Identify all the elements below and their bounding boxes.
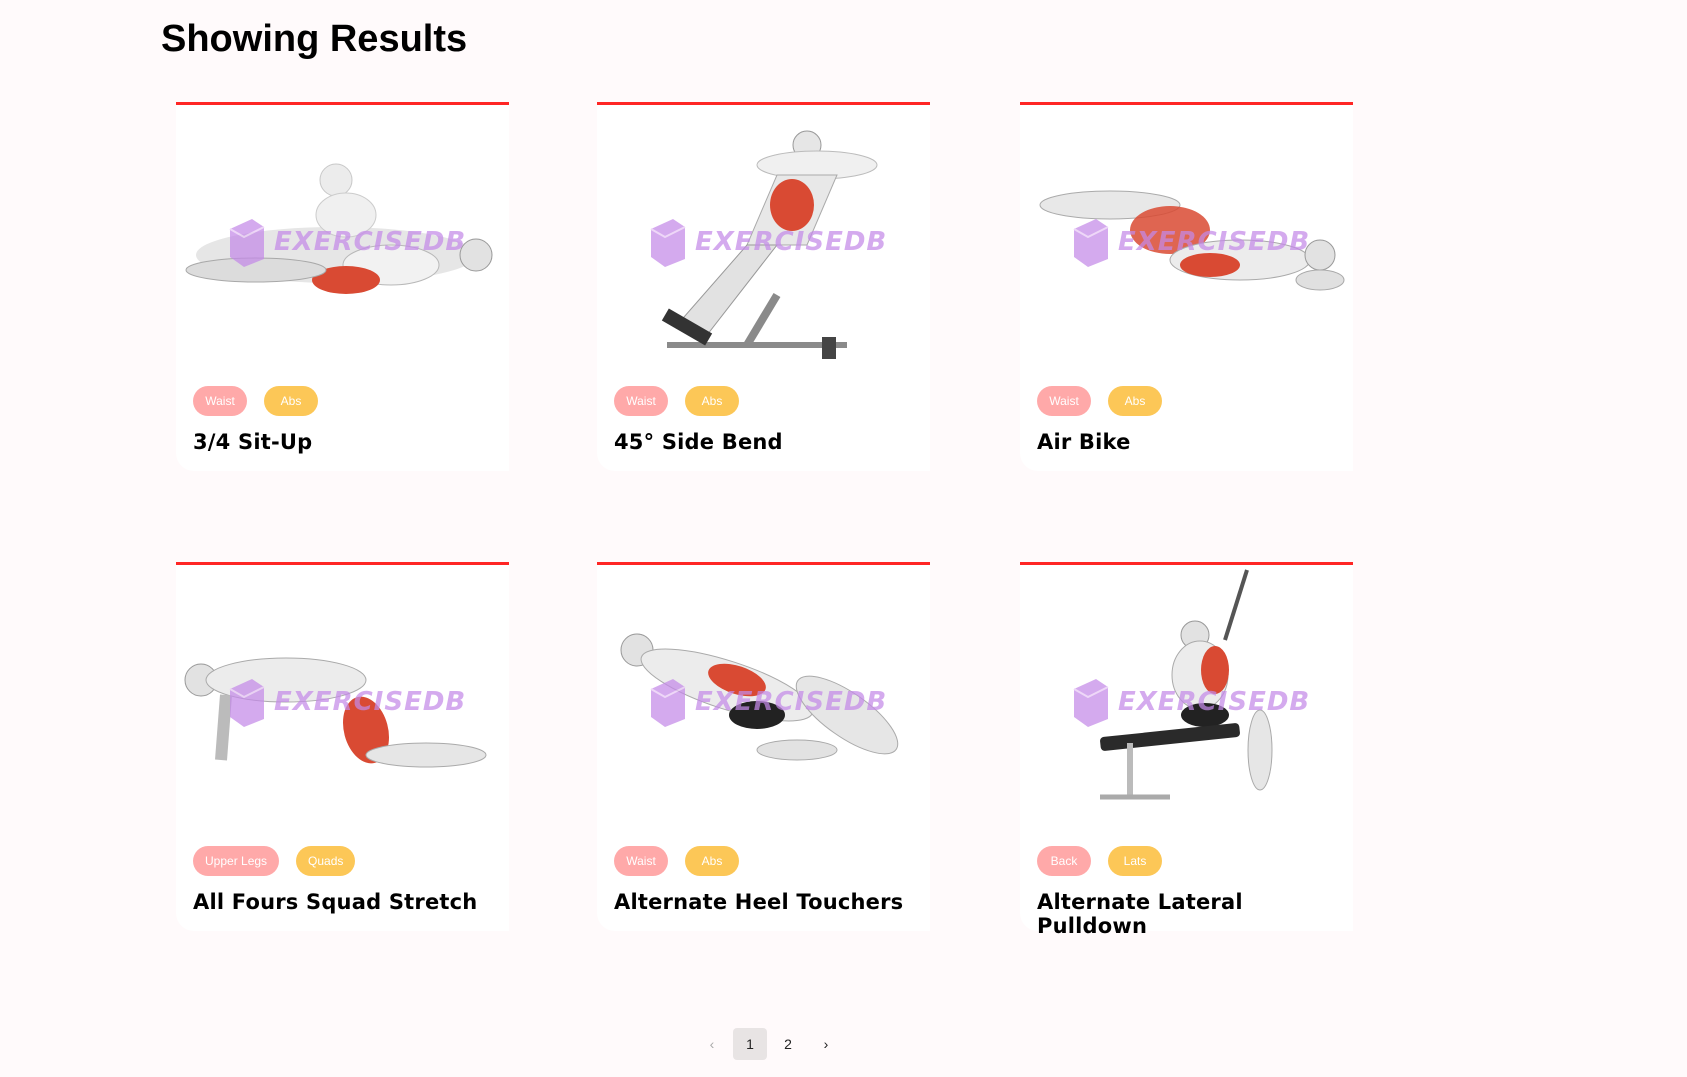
exercise-name: Air Bike	[1037, 430, 1131, 454]
exercisedb-watermark: EXERCISEDB	[226, 217, 466, 267]
exercisedb-logo-icon	[650, 219, 686, 267]
exercise-name: All Fours Squad Stretch	[193, 890, 478, 914]
exercisedb-watermark: EXERCISEDB	[647, 677, 887, 727]
target-muscle-tag[interactable]: Abs	[685, 846, 739, 876]
target-muscle-tag[interactable]: Abs	[685, 386, 739, 416]
page-2-button[interactable]: 2	[771, 1028, 805, 1060]
exercise-image: EXERCISEDB	[597, 565, 930, 831]
target-muscle-tag[interactable]: Abs	[264, 386, 318, 416]
watermark-text: EXERCISEDB	[695, 687, 888, 717]
pagination: ‹ 1 2 ›	[695, 1028, 843, 1060]
exercise-image: EXERCISEDB	[1020, 105, 1353, 371]
page-1-button[interactable]: 1	[733, 1028, 767, 1060]
exercisedb-logo-icon	[1073, 679, 1109, 727]
exercisedb-logo-icon	[229, 679, 265, 727]
exercisedb-watermark: EXERCISEDB	[1070, 677, 1310, 727]
body-part-tag[interactable]: Upper Legs	[193, 846, 280, 876]
exercisedb-logo-icon	[1073, 219, 1109, 267]
body-part-tag[interactable]: Back	[1037, 846, 1091, 876]
exercise-image: EXERCISEDB	[176, 105, 509, 371]
watermark-text: EXERCISEDB	[695, 227, 888, 257]
target-muscle-tag[interactable]: Lats	[1108, 846, 1162, 876]
exercise-name: Alternate Lateral Pulldown	[1037, 890, 1243, 938]
exercise-image: EXERCISEDB	[597, 105, 930, 371]
exercise-card[interactable]: EXERCISEDB Back Lats Alternate Lateral P…	[1020, 562, 1353, 938]
exercise-image: EXERCISEDB	[176, 565, 509, 831]
body-part-tag[interactable]: Waist	[614, 846, 668, 876]
body-part-tag[interactable]: Waist	[1037, 386, 1091, 416]
page: Showing Results EXERCISEDB Waist Abs 3/4…	[0, 0, 1687, 1077]
exercise-card[interactable]: EXERCISEDB Waist Abs Alternate Heel Touc…	[597, 562, 930, 931]
exercise-name: 45° Side Bend	[614, 430, 783, 454]
target-muscle-tag[interactable]: Quads	[296, 846, 356, 876]
exercise-image: EXERCISEDB	[1020, 565, 1353, 831]
exercisedb-watermark: EXERCISEDB	[647, 217, 887, 267]
watermark-text: EXERCISEDB	[274, 227, 467, 257]
exercise-name: Alternate Heel Touchers	[614, 890, 904, 914]
body-part-tag[interactable]: Waist	[614, 386, 668, 416]
exercise-card[interactable]: EXERCISEDB Upper Legs Quads All Fours Sq…	[176, 562, 509, 931]
exercisedb-watermark: EXERCISEDB	[1070, 217, 1310, 267]
exercisedb-logo-icon	[229, 219, 265, 267]
page-title: Showing Results	[161, 18, 468, 60]
target-muscle-tag[interactable]: Abs	[1108, 386, 1162, 416]
exercisedb-logo-icon	[650, 679, 686, 727]
watermark-text: EXERCISEDB	[1118, 687, 1311, 717]
body-part-tag[interactable]: Waist	[193, 386, 247, 416]
exercise-card[interactable]: EXERCISEDB Waist Abs 45° Side Bend	[597, 102, 930, 471]
watermark-text: EXERCISEDB	[1118, 227, 1311, 257]
prev-page-button[interactable]: ‹	[695, 1028, 729, 1060]
exercise-card[interactable]: EXERCISEDB Waist Abs 3/4 Sit-Up	[176, 102, 509, 471]
exercise-name: 3/4 Sit-Up	[193, 430, 313, 454]
exercise-card[interactable]: EXERCISEDB Waist Abs Air Bike	[1020, 102, 1353, 471]
next-page-button[interactable]: ›	[809, 1028, 843, 1060]
exercisedb-watermark: EXERCISEDB	[226, 677, 466, 727]
watermark-text: EXERCISEDB	[274, 687, 467, 717]
